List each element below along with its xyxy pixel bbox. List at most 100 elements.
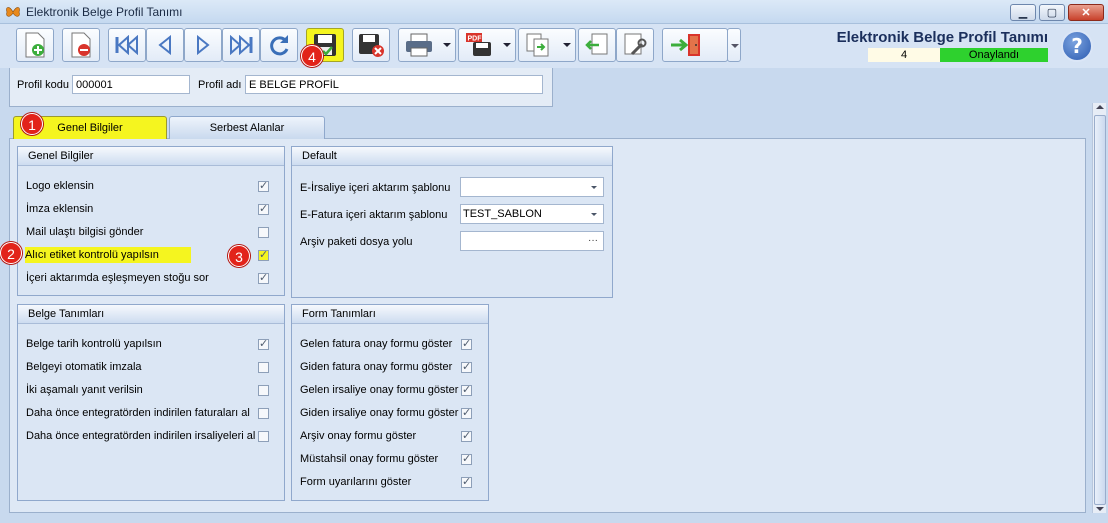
option-label: Daha önce entegratörden indirilen irsali… — [26, 430, 256, 442]
group-title: Genel Bilgiler — [18, 147, 284, 166]
option-label: Giden irsaliye onay formu göster — [300, 407, 459, 419]
browse-icon[interactable]: ··· — [588, 232, 598, 250]
record-count: 4 — [868, 48, 940, 62]
group-title: Default — [292, 147, 612, 166]
exit-door-icon — [671, 34, 700, 56]
profile-name-label: Profil adı — [198, 79, 242, 91]
scroll-down-icon[interactable] — [1096, 507, 1104, 511]
print-button[interactable] — [398, 28, 456, 62]
form-warnings-checkbox[interactable] — [461, 475, 472, 488]
toolbar-more-dropdown[interactable] — [727, 28, 741, 62]
option-label: İmza eklensin — [26, 203, 94, 215]
field-label: E-Fatura içeri aktarım şablonu — [300, 209, 448, 221]
save-close-button[interactable] — [352, 28, 390, 62]
recipient-tag-checkbox[interactable] — [258, 248, 269, 261]
option-label: Gelen fatura onay formu göster — [300, 338, 453, 350]
incoming-invoice-form-checkbox[interactable] — [461, 337, 472, 350]
signature-checkbox[interactable] — [258, 202, 269, 215]
outgoing-waybill-form-checkbox[interactable] — [461, 406, 472, 419]
save-close-icon — [359, 34, 384, 57]
scroll-up-icon[interactable] — [1096, 105, 1104, 109]
group-form-tanimlari: Form Tanımları Gelen fatura onay formu g… — [291, 304, 489, 501]
option-label: Form uyarılarını göster — [300, 476, 412, 488]
minimize-button[interactable]: ▁ — [1010, 4, 1036, 21]
option-label: Giden fatura onay formu göster — [300, 361, 453, 373]
scrollbar-thumb[interactable] — [1094, 115, 1106, 505]
field-label: E-İrsaliye içeri aktarım şablonu — [300, 182, 451, 194]
profile-code-input[interactable] — [72, 75, 190, 94]
option-label: Logo eklensin — [26, 180, 94, 192]
exit-button[interactable] — [662, 28, 728, 62]
callout-badge: 3 — [228, 245, 250, 267]
help-button[interactable]: ? — [1061, 30, 1093, 62]
outgoing-invoice-form-checkbox[interactable] — [461, 360, 472, 373]
select-value: TEST_SABLON — [463, 208, 542, 220]
previous-record-icon — [158, 35, 171, 55]
tools-button[interactable] — [616, 28, 654, 62]
archive-form-checkbox[interactable] — [461, 429, 472, 442]
e-irsaliye-template-select[interactable] — [460, 177, 604, 197]
import-document-icon — [585, 33, 608, 55]
producer-form-checkbox[interactable] — [461, 452, 472, 465]
waybills-downloaded-checkbox[interactable] — [258, 431, 269, 442]
close-window-button[interactable]: ✕ — [1068, 4, 1104, 21]
group-belge-tanimlari: Belge Tanımları Belge tarih kontrolü yap… — [17, 304, 285, 501]
export-pdf-button[interactable]: PDF — [458, 28, 516, 62]
option-label: Alıcı etiket kontrolü yapılsın — [25, 247, 191, 263]
chevron-down-icon — [503, 43, 511, 47]
e-fatura-template-select[interactable]: TEST_SABLON — [460, 204, 604, 224]
title-bar: Elektronik Belge Profil Tanımı ▁ ▢ ✕ — [0, 0, 1108, 24]
profile-code-label: Profil kodu — [17, 79, 69, 91]
last-record-button[interactable] — [222, 28, 260, 62]
chevron-down-icon — [591, 213, 597, 216]
chevron-down-icon — [591, 186, 597, 189]
delete-document-button[interactable] — [62, 28, 100, 62]
field-label: Arşiv paketi dosya yolu — [300, 236, 413, 248]
invoices-downloaded-checkbox[interactable] — [258, 408, 269, 419]
refresh-button[interactable] — [260, 28, 298, 62]
new-document-button[interactable] — [16, 28, 54, 62]
callout-badge: 2 — [0, 242, 22, 264]
help-icon: ? — [1071, 34, 1083, 58]
copy-document-button[interactable] — [518, 28, 576, 62]
copy-document-icon — [526, 33, 549, 57]
callout-badge: 4 — [301, 45, 323, 67]
profile-panel: Profil kodu Profil adı — [9, 68, 553, 107]
option-label: Gelen irsaliye onay formu göster — [300, 384, 459, 396]
option-label: Arşiv onay formu göster — [300, 430, 417, 442]
refresh-icon — [270, 35, 289, 56]
auto-sign-checkbox[interactable] — [258, 362, 269, 373]
group-title: Form Tanımları — [292, 305, 488, 324]
date-check-checkbox[interactable] — [258, 337, 269, 350]
archive-path-input[interactable]: ··· — [460, 231, 604, 251]
tools-icon — [624, 33, 647, 56]
new-document-icon — [25, 32, 45, 58]
maximize-button[interactable]: ▢ — [1039, 4, 1065, 21]
tab-serbest-alanlar[interactable]: Serbest Alanlar — [169, 116, 325, 139]
import-document-button[interactable] — [578, 28, 616, 62]
delete-document-icon — [71, 32, 91, 58]
previous-record-button[interactable] — [146, 28, 184, 62]
option-label: Mail ulaştı bilgisi gönder — [26, 226, 144, 238]
option-label: Daha önce entegratörden indirilen fatura… — [26, 407, 250, 419]
maximize-icon: ▢ — [1046, 7, 1058, 19]
logo-checkbox[interactable] — [258, 179, 269, 192]
two-step-checkbox[interactable] — [258, 385, 269, 396]
butterfly-icon — [6, 7, 20, 17]
incoming-waybill-form-checkbox[interactable] — [461, 383, 472, 396]
profile-name-input[interactable] — [245, 75, 543, 94]
status-badge: Onaylandı — [940, 48, 1048, 62]
first-record-button[interactable] — [108, 28, 146, 62]
next-record-button[interactable] — [184, 28, 222, 62]
mail-checkbox[interactable] — [258, 227, 269, 238]
close-icon: ✕ — [1081, 7, 1091, 19]
option-label: Belgeyi otomatik imzala — [26, 361, 142, 373]
pdf-icon: PDF — [466, 33, 491, 56]
option-label: Belge tarih kontrolü yapılsın — [26, 338, 162, 350]
group-default: Default E-İrsaliye içeri aktarım şablonu… — [291, 146, 613, 298]
vertical-scrollbar[interactable] — [1092, 103, 1106, 513]
bottom-strip — [0, 513, 1108, 523]
option-label: İçeri aktarımda eşleşmeyen stoğu sor — [26, 272, 209, 284]
stock-ask-checkbox[interactable] — [258, 271, 269, 284]
pdf-label: PDF — [468, 36, 483, 43]
